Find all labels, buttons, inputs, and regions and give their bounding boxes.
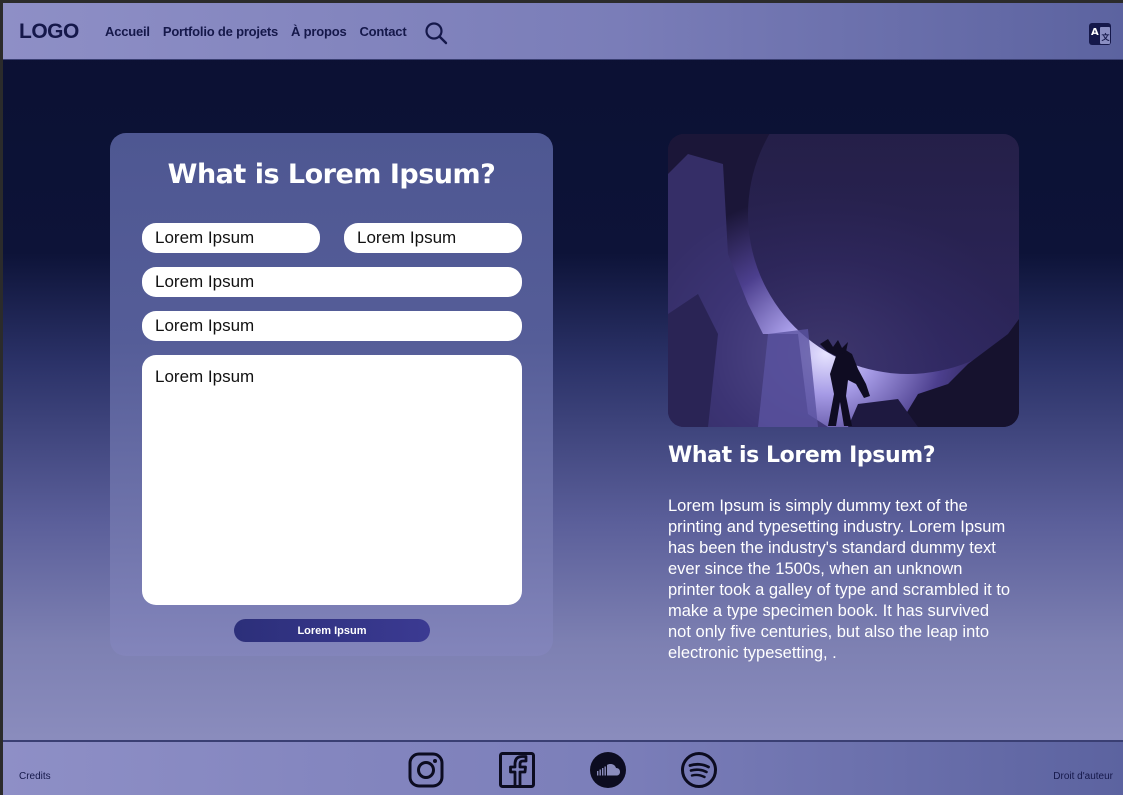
translate-icon[interactable]: A 文 (1088, 22, 1112, 46)
logo[interactable]: LOGO (19, 20, 79, 44)
search-icon[interactable] (424, 21, 448, 45)
svg-text:A: A (1091, 27, 1099, 38)
credits-link[interactable]: Credits (19, 771, 51, 782)
nav-item-portfolio[interactable]: Portfolio de projets (163, 24, 278, 39)
contact-form-card: What is Lorem Ipsum? Lorem Ipsum (110, 133, 553, 656)
fourth-input[interactable] (142, 311, 522, 341)
nav-item-contact[interactable]: Contact (359, 24, 406, 39)
site-header: LOGO Accueil Portfolio de projets À prop… (3, 3, 1123, 60)
second-input[interactable] (344, 223, 522, 253)
site-footer: Credits Droit d'auteur (3, 740, 1123, 795)
instagram-icon[interactable] (407, 751, 445, 789)
message-textarea[interactable] (142, 355, 522, 605)
copyright-link[interactable]: Droit d'auteur (1053, 771, 1113, 782)
hero-image (668, 134, 1019, 427)
nav-item-accueil[interactable]: Accueil (105, 24, 150, 39)
page: LOGO Accueil Portfolio de projets À prop… (3, 3, 1123, 795)
svg-text:文: 文 (1102, 32, 1111, 42)
main-nav: Accueil Portfolio de projets À propos Co… (105, 24, 419, 39)
nav-item-a-propos[interactable]: À propos (291, 24, 347, 39)
first-input[interactable] (142, 223, 320, 253)
spotify-icon[interactable] (680, 751, 718, 789)
submit-button[interactable]: Lorem Ipsum (234, 619, 430, 642)
form-title: What is Lorem Ipsum? (167, 159, 496, 190)
article-title: What is Lorem Ipsum? (668, 443, 936, 468)
third-input[interactable] (142, 267, 522, 297)
hero-illustration (668, 134, 1019, 427)
soundcloud-icon[interactable] (589, 751, 627, 789)
article-body: Lorem Ipsum is simply dummy text of the … (668, 497, 1011, 662)
facebook-icon[interactable] (498, 751, 536, 789)
